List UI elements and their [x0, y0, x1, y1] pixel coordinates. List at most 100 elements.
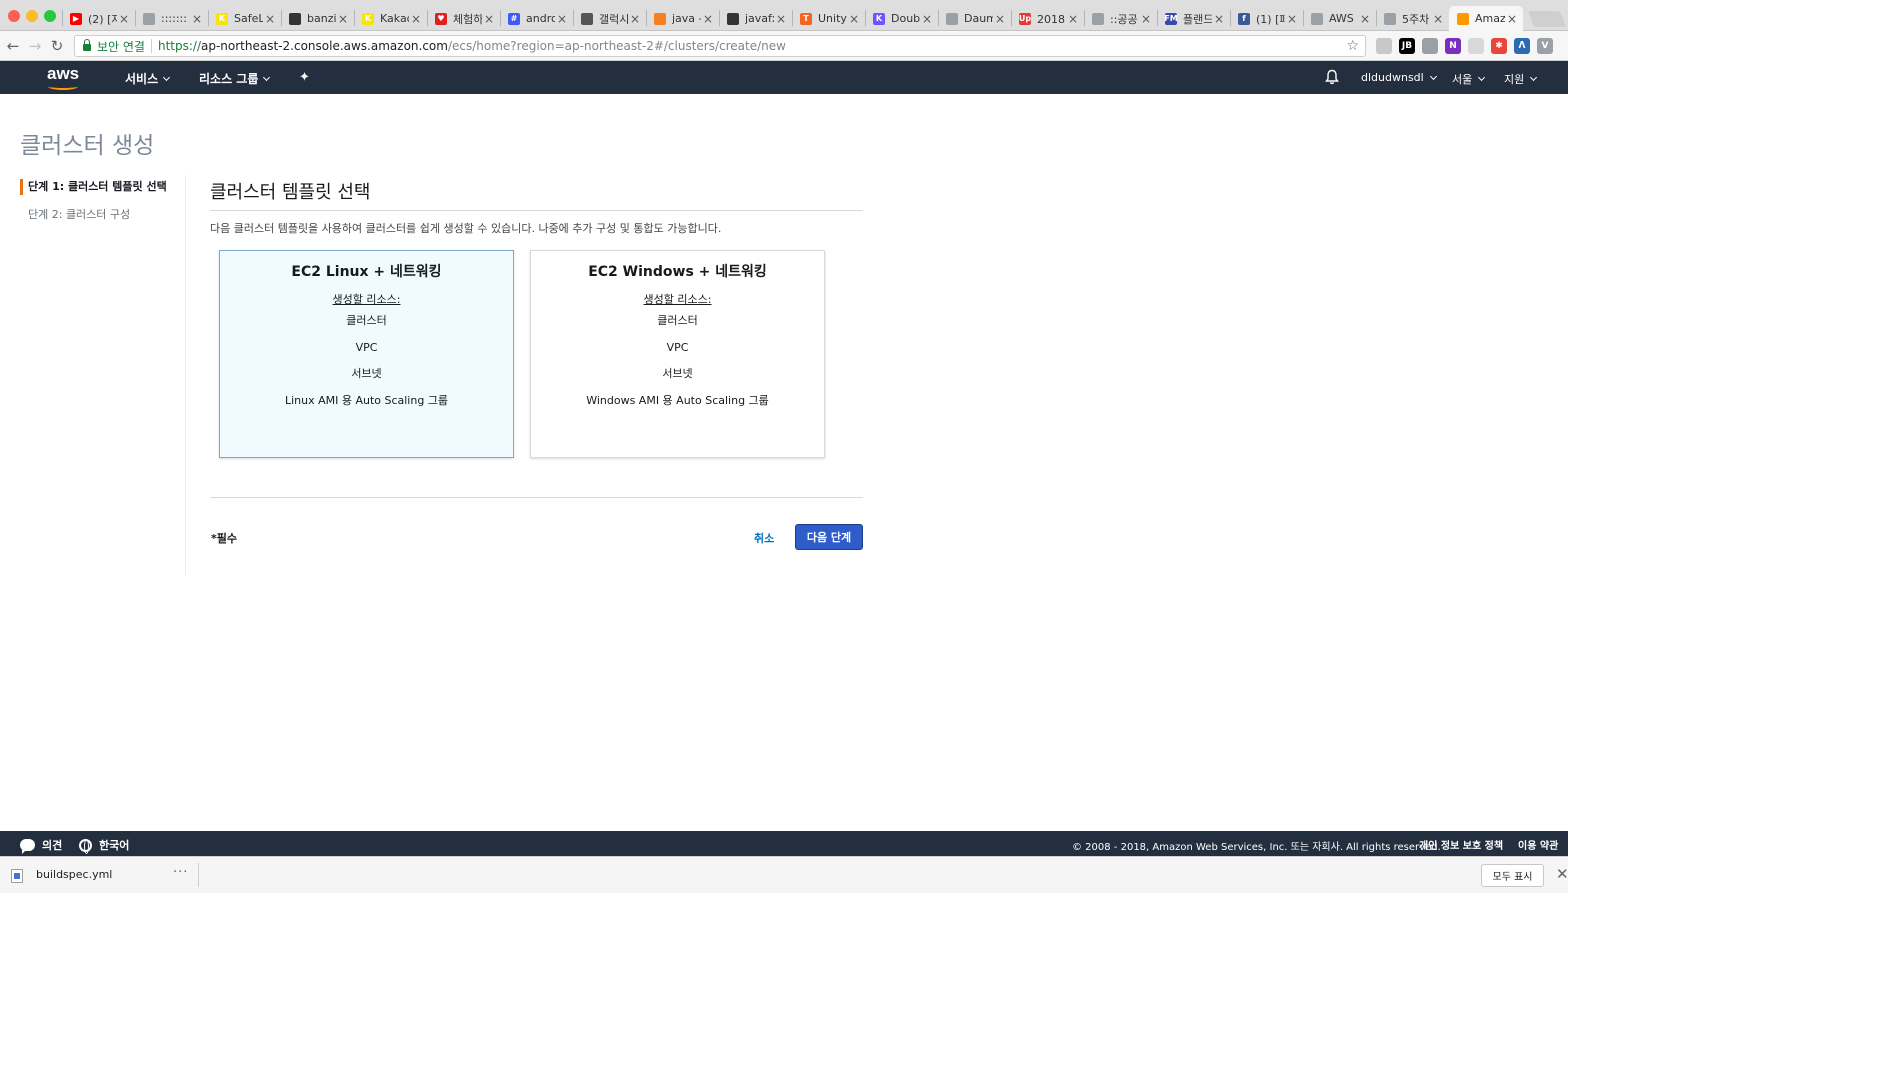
- browser-tab[interactable]: FM 플랜드 ×: [1157, 6, 1230, 31]
- resource-item: 서브넷: [662, 367, 693, 380]
- close-tab-icon[interactable]: ×: [1141, 12, 1151, 26]
- close-icon[interactable]: ✕: [1556, 865, 1569, 883]
- step-1-template[interactable]: 단계 1: 클러스터 템플릿 선택: [20, 179, 167, 195]
- show-all-button[interactable]: 모두 표시: [1481, 864, 1544, 887]
- brand-icon: ♥: [435, 12, 447, 25]
- tab-title: Amazon: [1475, 12, 1505, 25]
- bookmark-star-icon[interactable]: ☆: [1346, 38, 1359, 54]
- github-icon: [727, 12, 739, 25]
- browser-tab[interactable]: # andro ×: [500, 6, 573, 31]
- notification-bell-icon[interactable]: [1325, 69, 1339, 85]
- close-window-button[interactable]: [8, 10, 20, 22]
- close-tab-icon[interactable]: ×: [1214, 12, 1224, 26]
- browser-tab[interactable]: javafx×: [719, 6, 792, 31]
- close-tab-icon[interactable]: ×: [557, 12, 567, 26]
- browser-tab[interactable]: Amazon×: [1449, 6, 1523, 31]
- close-tab-icon[interactable]: ×: [1360, 12, 1370, 26]
- support-menu[interactable]: 지원: [1504, 71, 1538, 87]
- minimize-window-button[interactable]: [26, 10, 38, 22]
- browser-tab[interactable]: banzil×: [281, 6, 354, 31]
- onenote-icon[interactable]: N: [1445, 38, 1461, 54]
- close-tab-icon[interactable]: ×: [1433, 12, 1443, 26]
- resource-groups-label: 리소스 그룹: [199, 72, 259, 86]
- aws-box-icon: [1457, 12, 1469, 25]
- aws-logo[interactable]: aws: [46, 64, 82, 91]
- account-menu[interactable]: dldudwnsdl: [1361, 71, 1437, 84]
- v-icon[interactable]: V: [1537, 38, 1553, 54]
- browser-tab[interactable]: ::공공 ×: [1084, 6, 1157, 31]
- browser-tab[interactable]: K SafeL ×: [208, 6, 281, 31]
- browser-tab[interactable]: 5주차 ×: [1376, 6, 1449, 31]
- browser-tab[interactable]: java - ×: [646, 6, 719, 31]
- tab-title: banzil: [307, 12, 336, 25]
- tab-title: SafeL: [234, 12, 263, 25]
- close-tab-icon[interactable]: ×: [192, 12, 202, 26]
- close-tab-icon[interactable]: ×: [484, 12, 494, 26]
- browser-tab[interactable]: f (1) [페 ×: [1230, 6, 1303, 31]
- more-options-icon[interactable]: ···: [173, 865, 188, 880]
- feedback-link[interactable]: 의견: [20, 837, 63, 854]
- extension-faded-icon[interactable]: [1468, 38, 1484, 54]
- browser-tab[interactable]: K Kakao×: [354, 6, 427, 31]
- lambda-icon[interactable]: ᐱ: [1514, 38, 1530, 54]
- browser-tab[interactable]: ▶ (2) [자 ×: [62, 6, 135, 31]
- close-tab-icon[interactable]: ×: [411, 12, 421, 26]
- forward-arrow-icon[interactable]: →: [26, 37, 44, 55]
- close-tab-icon[interactable]: ×: [338, 12, 348, 26]
- template-card-windows[interactable]: EC2 Windows + 네트워킹 생성할 리소스: 클러스터 VPC 서브넷…: [530, 250, 825, 458]
- browser-tab[interactable]: Up 2018년×: [1011, 6, 1084, 31]
- pinwheel-icon[interactable]: ✱: [1491, 38, 1507, 54]
- close-tab-icon[interactable]: ×: [1507, 12, 1517, 26]
- support-label: 지원: [1504, 73, 1525, 86]
- close-tab-icon[interactable]: ×: [1068, 12, 1078, 26]
- browser-tab[interactable]: K Doubl ×: [865, 6, 938, 31]
- page-icon: [143, 12, 155, 25]
- template-card-linux[interactable]: EC2 Linux + 네트워킹 생성할 리소스: 클러스터 VPC 서브넷 L…: [219, 250, 514, 458]
- step-2-configure[interactable]: 단계 2: 클러스터 구성: [20, 207, 130, 223]
- browser-tab[interactable]: ♥ 체험하 ×: [427, 6, 500, 31]
- close-tab-icon[interactable]: ×: [630, 12, 640, 26]
- tab-title: 플랜드: [1183, 12, 1212, 26]
- close-tab-icon[interactable]: ×: [922, 12, 932, 26]
- address-bar[interactable]: 보안 연결 https://ap-northeast-2.console.aws…: [74, 35, 1366, 57]
- resource-groups-menu[interactable]: 리소스 그룹: [199, 70, 271, 87]
- close-tab-icon[interactable]: ×: [776, 12, 786, 26]
- page-icon: [1311, 12, 1323, 25]
- stackoverflow-icon: [654, 12, 666, 25]
- cancel-link[interactable]: 취소: [754, 530, 774, 546]
- url-scheme: https://: [157, 39, 201, 53]
- zoom-window-button[interactable]: [44, 10, 56, 22]
- reload-icon[interactable]: ↻: [48, 37, 66, 55]
- page-title: 클러스터 생성: [20, 133, 155, 159]
- account-name: dldudwnsdl: [1361, 71, 1424, 84]
- browser-tab[interactable]: Daum ×: [938, 6, 1011, 31]
- close-tab-icon[interactable]: ×: [265, 12, 275, 26]
- shield-icon[interactable]: [1422, 38, 1438, 54]
- close-tab-icon[interactable]: ×: [119, 12, 129, 26]
- region-menu[interactable]: 서울: [1452, 71, 1486, 87]
- services-menu[interactable]: 서비스: [125, 70, 171, 87]
- pin-icon[interactable]: ✦: [299, 70, 310, 85]
- next-step-button[interactable]: 다음 단계: [795, 524, 863, 550]
- new-tab-button[interactable]: [1528, 11, 1566, 27]
- download-filename[interactable]: buildspec.yml: [36, 868, 112, 881]
- resource-item: 클러스터: [346, 314, 387, 327]
- close-tab-icon[interactable]: ×: [849, 12, 859, 26]
- kakao-k-icon: K: [216, 12, 228, 25]
- back-arrow-icon[interactable]: ←: [4, 37, 22, 55]
- language-selector[interactable]: 한국어: [79, 837, 129, 854]
- close-tab-icon[interactable]: ×: [995, 12, 1005, 26]
- privacy-policy-link[interactable]: 개인 정보 보호 정책: [1419, 837, 1503, 852]
- close-tab-icon[interactable]: ×: [1287, 12, 1297, 26]
- browser-tab[interactable]: 갤럭시 ×: [573, 6, 646, 31]
- terms-link[interactable]: 이용 약관: [1518, 837, 1558, 852]
- close-tab-icon[interactable]: ×: [703, 12, 713, 26]
- extension-outline-icon[interactable]: [1376, 38, 1392, 54]
- jetbrains-icon[interactable]: JB: [1399, 38, 1415, 54]
- browser-tab[interactable]: ::::::: ×: [135, 6, 208, 31]
- browser-tab[interactable]: T Unity3×: [792, 6, 865, 31]
- copyright-text: © 2008 - 2018, Amazon Web Services, Inc.…: [1072, 842, 1441, 853]
- feedback-label: 의견: [42, 839, 63, 852]
- browser-tab[interactable]: AWS ×: [1303, 6, 1376, 31]
- card-subtitle: 생성할 리소스:: [643, 293, 712, 306]
